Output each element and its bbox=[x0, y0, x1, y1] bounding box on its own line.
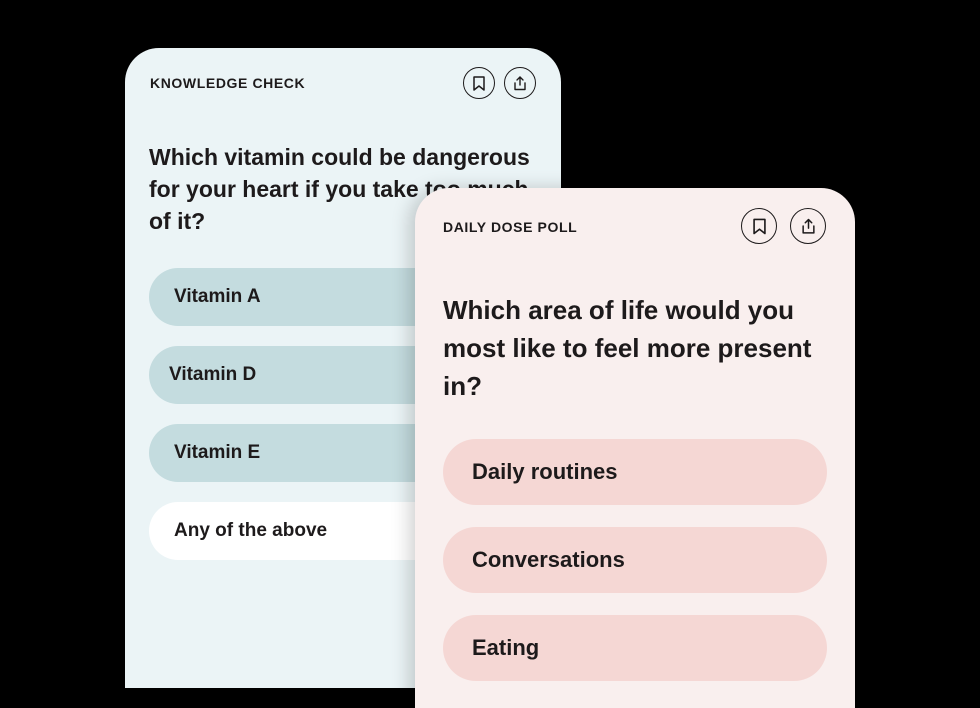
daily-dose-poll-eyebrow: DAILY DOSE POLL bbox=[443, 219, 578, 235]
bookmark-button[interactable] bbox=[741, 208, 777, 244]
poll-option[interactable]: Eating bbox=[443, 615, 827, 681]
share-icon bbox=[513, 75, 527, 91]
share-button[interactable] bbox=[790, 208, 826, 244]
bookmark-button[interactable] bbox=[463, 67, 495, 99]
poll-option[interactable]: Conversations bbox=[443, 527, 827, 593]
bookmark-icon bbox=[473, 75, 485, 91]
share-icon bbox=[801, 218, 816, 235]
knowledge-check-eyebrow: KNOWLEDGE CHECK bbox=[150, 75, 306, 91]
poll-option[interactable]: Daily routines bbox=[443, 439, 827, 505]
daily-dose-poll-question: Which area of life would you most like t… bbox=[443, 295, 812, 401]
bookmark-icon bbox=[752, 218, 766, 235]
daily-dose-poll-card: DAILY DOSE POLL Which area of life would… bbox=[415, 188, 855, 708]
share-button[interactable] bbox=[504, 67, 536, 99]
